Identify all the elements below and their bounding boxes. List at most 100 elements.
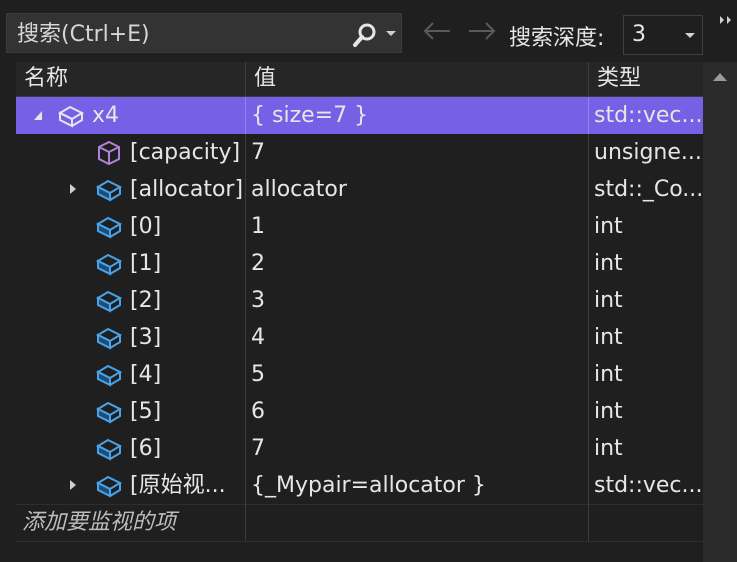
add-watch-placeholder[interactable]: 添加要监视的项: [22, 504, 242, 542]
search-box[interactable]: [6, 13, 402, 53]
column-divider: [588, 245, 589, 282]
search-depth-select[interactable]: 3: [623, 15, 703, 55]
row-value: 7: [251, 140, 265, 165]
table-row[interactable]: [6] 7 int: [0, 430, 703, 467]
row-name: [0]: [130, 214, 162, 239]
column-divider: [245, 319, 246, 356]
row-name: [6]: [130, 436, 162, 461]
row-type: std::vec...: [594, 473, 702, 498]
scroll-up-icon[interactable]: [712, 72, 728, 82]
row-type: int: [594, 325, 623, 350]
column-divider: [245, 430, 246, 467]
row-name: x4: [92, 103, 120, 128]
table-row[interactable]: [1] 2 int: [0, 245, 703, 282]
row-value: 6: [251, 399, 265, 424]
field-icon: [95, 364, 123, 387]
watch-toolbar: 搜索深度: 3: [0, 0, 737, 62]
overflow-chevron-icon[interactable]: [718, 14, 734, 28]
field-icon: [95, 401, 123, 424]
table-row[interactable]: [原始视... {_Mypair=allocator } std::vec...: [0, 467, 703, 504]
table-row[interactable]: [2] 3 int: [0, 282, 703, 319]
add-watch-row[interactable]: 添加要监视的项: [0, 504, 703, 542]
column-divider: [588, 393, 589, 430]
column-divider: [588, 97, 589, 134]
column-divider: [245, 245, 246, 282]
row-name: [2]: [130, 288, 162, 313]
row-name: [1]: [130, 251, 162, 276]
column-header-name[interactable]: 名称: [16, 62, 246, 96]
field-icon: [95, 290, 123, 313]
row-divider: [16, 541, 703, 542]
table-row[interactable]: [0] 1 int: [0, 208, 703, 245]
row-value: 2: [251, 251, 265, 276]
column-divider: [588, 356, 589, 393]
field-icon: [95, 179, 123, 202]
field-icon: [95, 216, 123, 239]
row-value: {_Mypair=allocator }: [251, 473, 486, 498]
search-depth-value: 3: [632, 22, 646, 47]
column-divider: [245, 356, 246, 393]
column-divider: [588, 171, 589, 208]
row-type: std::vec...: [594, 103, 702, 128]
row-value: 4: [251, 325, 265, 350]
search-icon[interactable]: [351, 21, 379, 49]
table-row[interactable]: [5] 6 int: [0, 393, 703, 430]
grid-header: 名称 值 类型: [16, 62, 703, 97]
object-icon: [57, 105, 85, 128]
collapsed-triangle-icon[interactable]: [68, 479, 78, 491]
row-gutter: [0, 97, 16, 134]
arrow-right-icon[interactable]: [465, 20, 499, 42]
row-name: [原始视...: [130, 473, 226, 498]
column-divider: [245, 171, 246, 208]
vertical-scrollbar[interactable]: [703, 62, 737, 562]
row-value: 3: [251, 288, 265, 313]
table-row[interactable]: x4 { size=7 } std::vec...: [0, 97, 703, 134]
column-header-type[interactable]: 类型: [589, 62, 703, 96]
column-divider: [245, 393, 246, 430]
field-icon: [95, 438, 123, 461]
search-depth-label: 搜索深度:: [509, 26, 605, 51]
row-name: [allocator]: [130, 177, 242, 202]
chevron-down-icon: [685, 33, 695, 38]
row-type: unsigne...: [594, 140, 702, 165]
row-value: 5: [251, 362, 265, 387]
column-divider: [245, 134, 246, 171]
row-type: int: [594, 436, 623, 461]
column-divider: [245, 282, 246, 319]
column-divider: [245, 97, 246, 134]
field-icon: [95, 327, 123, 350]
watch-grid: 名称 值 类型 x4 { size=7 } std::vec... [capac…: [0, 62, 703, 562]
expanded-triangle-icon[interactable]: [33, 109, 43, 121]
row-name: [5]: [130, 399, 162, 424]
table-row[interactable]: [allocator] allocator std::_Co...: [0, 171, 703, 208]
row-name: [4]: [130, 362, 162, 387]
search-input[interactable]: [15, 19, 339, 49]
arrow-left-icon[interactable]: [420, 20, 454, 42]
row-type: std::_Co...: [594, 177, 702, 202]
column-divider: [245, 504, 246, 542]
column-divider: [588, 282, 589, 319]
row-type: int: [594, 362, 623, 387]
collapsed-triangle-icon[interactable]: [68, 183, 78, 195]
property-icon: [98, 140, 120, 166]
field-icon: [95, 253, 123, 276]
column-divider: [588, 430, 589, 467]
column-header-value[interactable]: 值: [246, 62, 588, 96]
row-type: int: [594, 399, 623, 424]
field-icon: [95, 475, 123, 498]
column-divider: [588, 319, 589, 356]
row-type: int: [594, 251, 623, 276]
row-name: [3]: [130, 325, 162, 350]
column-divider: [588, 134, 589, 171]
row-value: allocator: [251, 177, 347, 202]
row-value: 7: [251, 436, 265, 461]
chevron-down-icon[interactable]: [385, 30, 397, 38]
column-divider: [588, 504, 589, 542]
table-row[interactable]: [capacity] 7 unsigne...: [0, 134, 703, 171]
table-row[interactable]: [3] 4 int: [0, 319, 703, 356]
row-name: [capacity]: [130, 140, 241, 165]
column-divider: [245, 467, 246, 504]
row-type: int: [594, 288, 623, 313]
column-divider: [588, 467, 589, 504]
table-row[interactable]: [4] 5 int: [0, 356, 703, 393]
